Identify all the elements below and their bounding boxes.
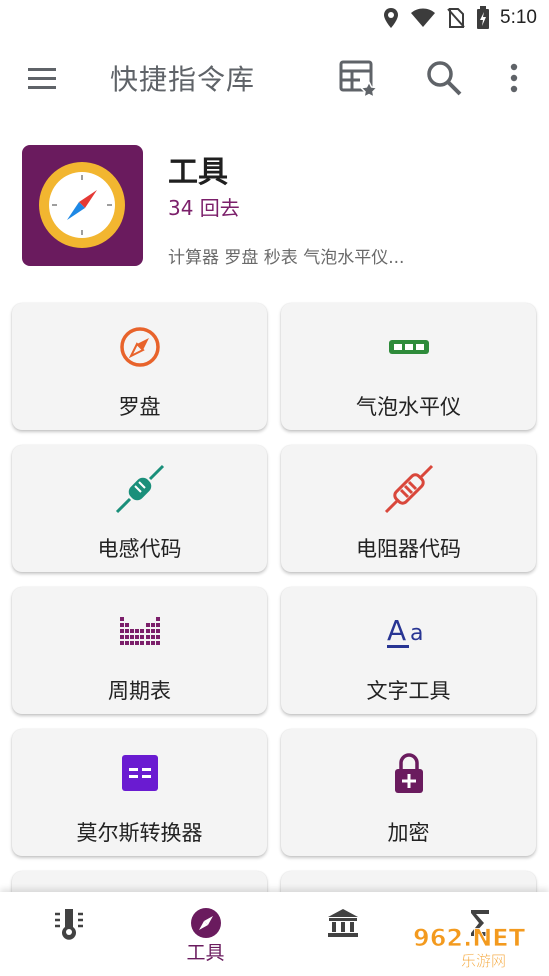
menu-icon[interactable] — [24, 60, 60, 96]
tool-card-inductor-code[interactable]: 电感代码 — [12, 445, 267, 572]
compass-icon — [190, 908, 221, 938]
nav-label-tools: 工具 — [186, 942, 225, 964]
category-subtitle[interactable]: 34 回去 — [168, 192, 240, 221]
favorites-grid-icon[interactable] — [338, 58, 378, 98]
watermark-logo: 962.NET 乐游网 — [413, 924, 526, 970]
category-title: 工具 — [168, 155, 228, 190]
thermometer-icon — [54, 909, 83, 940]
tool-card-compass[interactable]: 罗盘 — [12, 303, 267, 430]
periodic-table-icon — [119, 617, 160, 645]
tool-label: 罗盘 — [118, 395, 161, 419]
category-tile — [22, 145, 143, 266]
resistor-icon — [384, 464, 433, 514]
status-bar: 5:10 — [0, 0, 549, 36]
watermark-subtext: 乐游网 — [461, 952, 506, 970]
app-screen: 5:10 快捷指令库 工具 34 回去 计算器 罗盘 秒表 气泡水平仪... 罗… — [0, 0, 549, 976]
tool-card-periodic-table[interactable]: 周期表 — [12, 587, 267, 714]
tool-card-resistor-code[interactable]: 电阻器代码 — [281, 445, 536, 572]
wifi-icon — [411, 8, 436, 27]
no-sim-icon — [447, 8, 465, 28]
nav-item-measure[interactable] — [0, 892, 137, 976]
svg-text:a: a — [410, 621, 423, 646]
text-tool-icon: A a — [386, 614, 423, 648]
inductor-icon — [115, 464, 164, 514]
tool-card-morse-converter[interactable]: 莫尔斯转换器 — [12, 729, 267, 856]
app-bar: 快捷指令库 — [0, 40, 549, 116]
morse-converter-icon — [121, 755, 158, 791]
status-icons: 5:10 — [382, 4, 537, 32]
tool-label: 周期表 — [108, 679, 171, 703]
nav-item-reference[interactable] — [274, 892, 411, 976]
tool-label: 电阻器代码 — [356, 537, 461, 561]
tool-card-encryption[interactable]: 加密 — [281, 729, 536, 856]
tool-card-text-tool[interactable]: A a 文字工具 — [281, 587, 536, 714]
svg-text:A: A — [387, 614, 406, 647]
bank-icon — [327, 909, 358, 937]
more-options-icon[interactable] — [496, 58, 532, 98]
bubble-level-icon — [388, 340, 429, 354]
lock-icon — [394, 753, 423, 793]
battery-charging-icon — [477, 6, 490, 29]
status-time: 5:10 — [500, 7, 537, 28]
tool-label: 电感代码 — [97, 537, 182, 561]
tool-label: 文字工具 — [366, 679, 451, 703]
tool-label: 加密 — [387, 821, 430, 845]
tool-label: 莫尔斯转换器 — [76, 821, 203, 845]
tool-card-bubble-level[interactable]: 气泡水平仪 — [281, 303, 536, 430]
nav-item-tools[interactable]: 工具 — [137, 892, 274, 976]
watermark-text: 962.NET — [413, 924, 526, 952]
app-title: 快捷指令库 — [110, 63, 256, 96]
search-icon[interactable] — [424, 58, 464, 98]
category-header: 工具 34 回去 计算器 罗盘 秒表 气泡水平仪... — [22, 145, 527, 270]
category-description: 计算器 罗盘 秒表 气泡水平仪... — [168, 248, 405, 268]
compass-icon — [119, 327, 160, 367]
compass-icon — [39, 162, 125, 248]
location-icon — [384, 8, 399, 28]
tool-label: 气泡水平仪 — [356, 395, 461, 419]
